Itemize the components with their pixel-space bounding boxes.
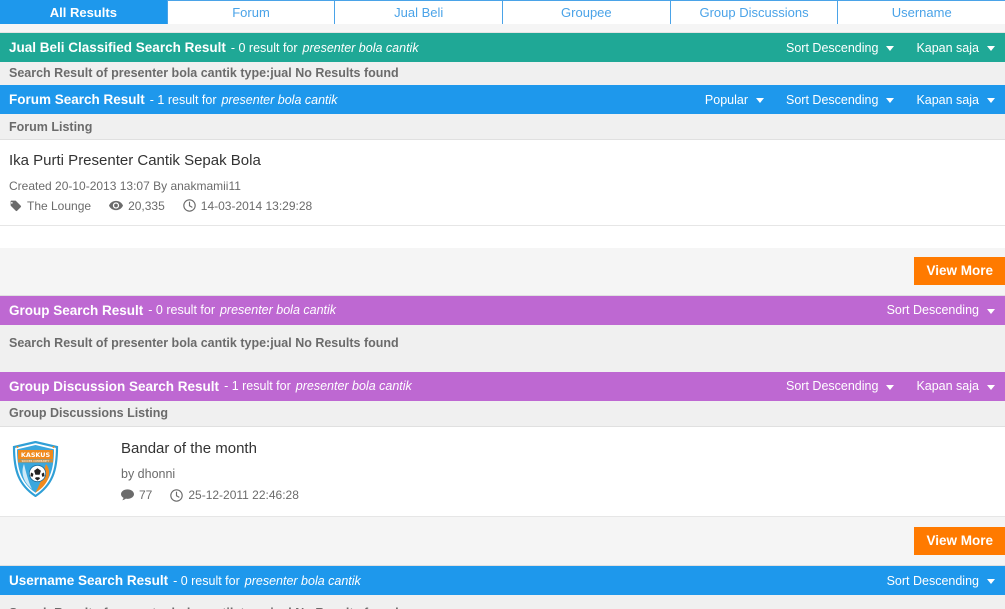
forum-result-stats: The Lounge 20,335 14-03-2014 13:29:28 (9, 199, 996, 213)
comment-icon (121, 489, 134, 501)
chevron-down-icon (987, 384, 995, 390)
group-discussion-title: Group Discussion Search Result (9, 378, 220, 394)
group-title: Group Search Result (9, 302, 144, 318)
dropdown-label: Sort Descending (886, 303, 979, 317)
dropdown-label: Kapan saja (916, 40, 979, 55)
jual-beli-kapan-saja-dropdown[interactable]: Kapan saja (916, 41, 995, 55)
username-title: Username Search Result (9, 573, 169, 588)
timestamp: 14-03-2014 13:29:28 (200, 198, 313, 213)
tab-username[interactable]: Username (837, 0, 1005, 24)
chevron-down-icon (886, 384, 895, 390)
group-sort-descending-dropdown[interactable]: Sort Descending (887, 303, 995, 317)
username-no-results: Search Result of presenter bola cantik t… (0, 595, 1005, 609)
group-discussion-query-term: presenter bola cantik (295, 379, 412, 393)
dropdown-label: Sort Descending (786, 379, 879, 393)
tab-all-results[interactable]: All Results (0, 0, 167, 24)
forum-listing-label: Forum Listing (0, 114, 1005, 140)
forum-count: - 1 result for (149, 92, 217, 107)
forum-view-more-strip: View More (0, 247, 1005, 296)
group-discussion-comments: 77 (121, 488, 152, 502)
tab-forum[interactable]: Forum (166, 0, 335, 24)
forum-popular-dropdown[interactable]: Popular (704, 92, 765, 107)
forum-kapan-saja-dropdown[interactable]: Kapan saja (916, 93, 995, 107)
forum-view-more-button[interactable]: View More (914, 256, 1005, 286)
chevron-down-icon (987, 46, 995, 51)
tag-icon (9, 199, 22, 212)
forum-query-term: presenter bola cantik (221, 92, 338, 107)
group-discussion-section-header: Group Discussion Search Result - 1 resul… (0, 371, 1005, 401)
tab-label: Forum (232, 5, 270, 20)
group-discussion-sort-descending-dropdown[interactable]: Sort Descending (786, 379, 895, 393)
svg-text:KASKUS: KASKUS (20, 451, 50, 459)
group-avatar[interactable]: KASKUS SOCCER COMMUNITY (9, 437, 61, 503)
chevron-down-icon (756, 98, 765, 103)
username-count: - 0 result for (173, 573, 240, 588)
chevron-down-icon (987, 579, 995, 584)
dropdown-label: Popular (704, 92, 749, 107)
group-section-header: Group Search Result - 0 result for prese… (0, 295, 1005, 325)
views-count: 20,335 (128, 198, 165, 213)
tag-label: The Lounge (27, 198, 92, 213)
tab-label: Groupee (561, 5, 612, 20)
search-scope-tabs: All Results Forum Jual Beli Groupee Grou… (0, 0, 1005, 24)
jual-beli-title: Jual Beli Classified Search Result (9, 40, 226, 55)
jual-beli-section-header: Jual Beli Classified Search Result - 0 r… (0, 33, 1005, 62)
jual-beli-query-term: presenter bola cantik (302, 40, 419, 55)
forum-result-time: 14-03-2014 13:29:28 (183, 199, 312, 213)
timestamp: 25-12-2011 22:46:28 (188, 488, 299, 502)
forum-result-views: 20,335 (109, 199, 165, 213)
chevron-down-icon (886, 98, 895, 103)
dropdown-label: Sort Descending (786, 40, 879, 55)
eye-icon (109, 199, 124, 212)
dropdown-label: Sort Descending (786, 92, 879, 107)
tabbar-gap (0, 24, 1005, 33)
forum-row-spacer (0, 225, 1005, 248)
group-query-term: presenter bola cantik (219, 303, 337, 317)
group-discussion-body: Bandar of the month by dhonni 77 25-12-2… (61, 437, 312, 502)
group-discussion-view-more-strip: View More (0, 517, 1005, 566)
group-discussion-author: by dhonni (121, 467, 176, 481)
forum-section-header: Forum Search Result - 1 result for prese… (0, 85, 1005, 114)
group-discussion-view-more-button[interactable]: View More (914, 526, 1005, 556)
forum-sort-descending-dropdown[interactable]: Sort Descending (786, 92, 895, 107)
username-query-term: presenter bola cantik (244, 573, 361, 588)
chevron-down-icon (886, 46, 895, 51)
group-count: - 0 result for (148, 303, 215, 317)
tab-label: Group Discussions (699, 5, 809, 20)
tab-group-discussions[interactable]: Group Discussions (669, 0, 838, 24)
forum-title: Forum Search Result (9, 92, 145, 107)
tab-groupee[interactable]: Groupee (502, 0, 670, 24)
group-discussion-result-title[interactable]: Bandar of the month (121, 440, 312, 458)
tab-label: Username (891, 5, 952, 20)
clock-icon (183, 199, 196, 212)
dropdown-label: Kapan saja (916, 379, 979, 393)
jual-beli-sort-descending-dropdown[interactable]: Sort Descending (786, 40, 895, 55)
dropdown-label: Sort Descending (886, 573, 979, 588)
dropdown-label: Kapan saja (916, 92, 979, 107)
forum-result-tag[interactable]: The Lounge (9, 199, 91, 213)
group-discussion-listing-label: Group Discussions Listing (0, 400, 1005, 427)
forum-result-meta: Created 20-10-2013 13:07 By anakmamii11 (9, 178, 241, 193)
username-section-header: Username Search Result - 0 result for pr… (0, 566, 1005, 595)
clock-icon (170, 488, 184, 502)
group-discussion-count: - 1 result for (224, 379, 291, 393)
username-sort-descending-dropdown[interactable]: Sort Descending (887, 574, 995, 588)
group-discussion-time: 25-12-2011 22:46:28 (170, 488, 299, 502)
forum-result-title[interactable]: Ika Purti Presenter Cantik Sepak Bola (9, 152, 996, 170)
group-no-results: Search Result of presenter bola cantik t… (0, 324, 1005, 372)
svg-text:SOCCER COMMUNITY: SOCCER COMMUNITY (21, 459, 49, 463)
comments-count: 77 (139, 488, 153, 502)
group-discussion-stats: 77 25-12-2011 22:46:28 (121, 488, 312, 502)
chevron-down-icon (987, 98, 995, 103)
kaskus-shield-icon: KASKUS SOCCER COMMUNITY (12, 440, 58, 497)
group-discussion-kapan-saja-dropdown[interactable]: Kapan saja (916, 379, 995, 393)
jual-beli-no-results: Search Result of presenter bola cantik t… (0, 62, 1005, 85)
jual-beli-count: - 0 result for (230, 40, 298, 55)
tab-jual-beli[interactable]: Jual Beli (334, 0, 503, 24)
tab-label: All Results (49, 4, 117, 20)
chevron-down-icon (987, 308, 995, 314)
group-discussion-result-row[interactable]: KASKUS SOCCER COMMUNITY Bandar of the mo… (0, 426, 1005, 517)
tab-label: Jual Beli (394, 5, 444, 20)
forum-result-row[interactable]: Ika Purti Presenter Cantik Sepak Bola Cr… (0, 140, 1005, 226)
